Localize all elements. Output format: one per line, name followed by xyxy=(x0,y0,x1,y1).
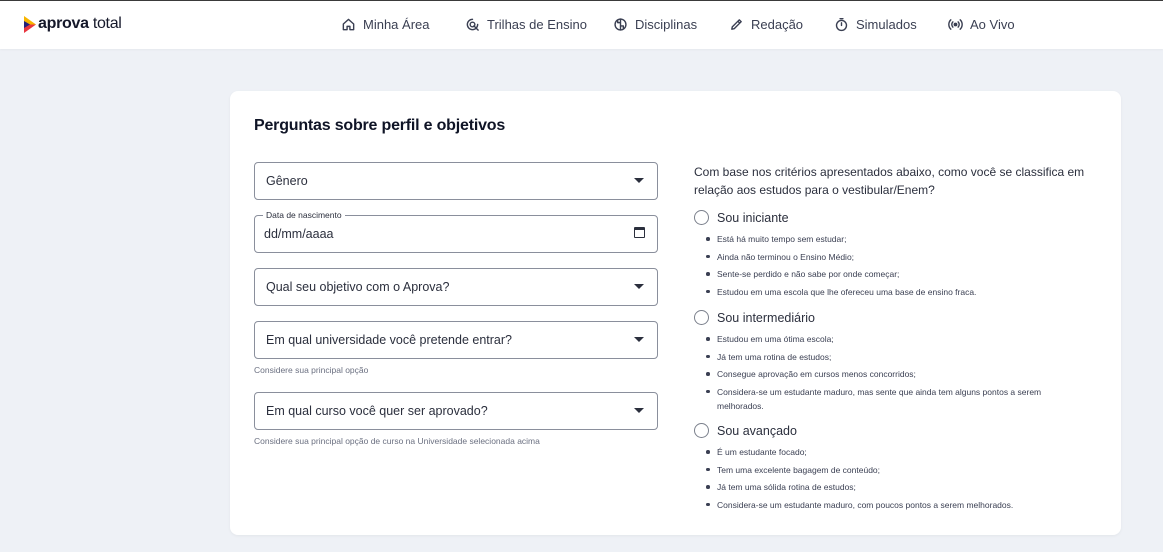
birthdate-input[interactable]: Data de nascimento dd/mm/aaaa xyxy=(254,210,658,253)
course-helper-text: Considere sua principal opção de curso n… xyxy=(254,436,540,446)
nav-label: Minha Área xyxy=(363,17,430,32)
nav-disciplinas[interactable]: Disciplinas xyxy=(613,17,697,32)
radio-button[interactable] xyxy=(694,423,709,438)
page-title: Perguntas sobre perfil e objetivos xyxy=(254,117,506,134)
nav-label: Ao Vivo xyxy=(970,17,1015,32)
nav-simulados[interactable]: Simulados xyxy=(834,17,917,32)
nav-minha-area[interactable]: Minha Área xyxy=(341,17,429,32)
goal-select-value: Qual seu objetivo com o Aprova? xyxy=(266,280,450,294)
chevron-down-icon xyxy=(634,408,644,413)
course-select-value: Em qual curso você quer ser aprovado? xyxy=(266,404,488,418)
chevron-down-icon xyxy=(634,178,644,183)
list-item: É um estudante focado; xyxy=(706,445,1087,459)
home-icon xyxy=(342,18,355,31)
university-select-value: Em qual universidade você pretende entra… xyxy=(266,333,512,347)
birthdate-label: Data de nascimento xyxy=(263,210,345,220)
brain-icon xyxy=(614,18,627,31)
nav-label: Redação xyxy=(751,17,804,32)
radio-label: Sou iniciante xyxy=(717,210,789,225)
nav-label: Simulados xyxy=(856,17,917,32)
radio-option-intermediario[interactable]: Sou intermediário xyxy=(694,310,815,325)
list-item: Estudou em uma escola que lhe ofereceu u… xyxy=(706,285,1087,299)
course-select[interactable]: Em qual curso você quer ser aprovado? xyxy=(254,392,658,430)
radio-button[interactable] xyxy=(694,310,709,325)
radio-button[interactable] xyxy=(694,210,709,225)
list-item: Está há muito tempo sem estudar; xyxy=(706,232,1087,246)
list-item: Consegue aprovação em cursos menos conco… xyxy=(706,367,1087,381)
gender-select[interactable]: Gênero xyxy=(254,162,658,200)
radio-option-iniciante[interactable]: Sou iniciante xyxy=(694,210,789,225)
criteria-list-iniciante: Está há muito tempo sem estudar; Ainda n… xyxy=(706,232,1087,302)
chevron-down-icon xyxy=(634,284,644,289)
list-item: Considera-se um estudante maduro, mas se… xyxy=(706,385,1087,413)
nav-ao-vivo[interactable]: Ao Vivo xyxy=(948,17,1015,32)
profile-questions-card: Perguntas sobre perfil e objetivos Gêner… xyxy=(230,91,1121,535)
broadcast-icon xyxy=(948,19,963,30)
classification-question: Com base nos critérios apresentados abai… xyxy=(694,165,1085,197)
criteria-list-avancado: É um estudante focado; Tem uma excelente… xyxy=(706,445,1087,515)
list-item: Ainda não terminou o Ensino Médio; xyxy=(706,250,1087,264)
radio-option-avancado[interactable]: Sou avançado xyxy=(694,423,797,438)
nav-trilhas-de-ensino[interactable]: Trilhas de Ensino xyxy=(465,17,587,32)
logo-mark-icon xyxy=(24,15,36,33)
chevron-down-icon xyxy=(634,337,644,342)
list-item: Estudou em uma ótima escola; xyxy=(706,332,1087,346)
university-helper-text: Considere sua principal opção xyxy=(254,365,369,375)
criteria-list-intermediario: Estudou em uma ótima escola; Já tem uma … xyxy=(706,332,1087,416)
stopwatch-icon xyxy=(835,17,848,32)
list-item: Já tem uma rotina de estudos; xyxy=(706,350,1087,364)
pencil-icon xyxy=(731,19,742,30)
nav-label: Trilhas de Ensino xyxy=(487,17,587,32)
radio-label: Sou avançado xyxy=(717,423,797,438)
calendar-icon[interactable] xyxy=(634,227,645,238)
goal-select[interactable]: Qual seu objetivo com o Aprova? xyxy=(254,268,658,306)
route-icon xyxy=(466,18,479,31)
aprova-total-logo[interactable]: aprova total xyxy=(24,15,122,33)
gender-select-value: Gênero xyxy=(266,174,308,188)
logo-text: aprova total xyxy=(38,15,122,32)
university-select[interactable]: Em qual universidade você pretende entra… xyxy=(254,321,658,359)
nav-label: Disciplinas xyxy=(635,17,698,32)
list-item: Tem uma excelente bagagem de conteúdo; xyxy=(706,463,1087,477)
birthdate-value: dd/mm/aaaa xyxy=(264,227,334,241)
top-navbar: aprova total Minha Área Trilhas de Ensin… xyxy=(0,0,1163,49)
nav-redacao[interactable]: Redação xyxy=(729,17,803,32)
list-item: Já tem uma sólida rotina de estudos; xyxy=(706,480,1087,494)
radio-label: Sou intermediário xyxy=(717,310,815,325)
list-item: Considera-se um estudante maduro, com po… xyxy=(706,498,1087,512)
list-item: Sente-se perdido e não sabe por onde com… xyxy=(706,267,1087,281)
